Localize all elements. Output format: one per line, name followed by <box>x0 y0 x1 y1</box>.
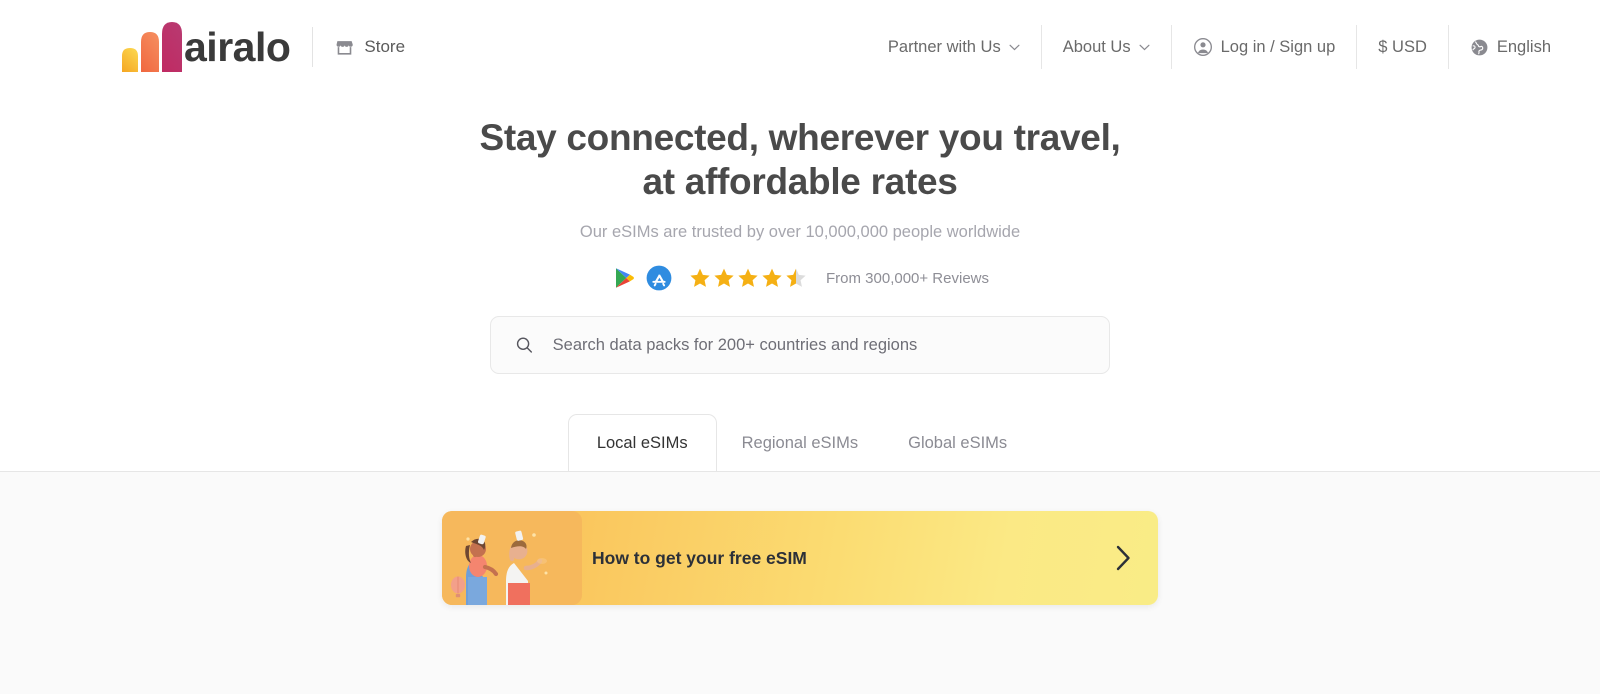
tab-label: Global eSIMs <box>908 433 1008 452</box>
nav-about-us[interactable]: About Us <box>1042 25 1171 69</box>
chevron-right-icon <box>1116 545 1130 571</box>
hero-section: Stay connected, wherever you travel, at … <box>0 94 1600 471</box>
header-divider <box>312 27 314 67</box>
app-store-icon[interactable] <box>646 265 672 291</box>
nav-language-selector[interactable]: English <box>1449 25 1572 69</box>
brand-name: airalo <box>184 23 291 70</box>
esim-type-tabs: Local eSIMs Regional eSIMs Global eSIMs <box>0 413 1600 471</box>
star-icon-3 <box>738 268 758 288</box>
promo-title: How to get your free eSIM <box>592 547 807 568</box>
nav-partner-with-us[interactable]: Partner with Us <box>867 25 1041 69</box>
page-root: airalo Store Partner with Us About Us Lo… <box>0 0 1600 694</box>
hero-subtitle: Our eSIMs are trusted by over 10,000,000… <box>579 223 1021 242</box>
site-header: airalo Store Partner with Us About Us Lo… <box>0 0 1600 94</box>
header-nav: Partner with Us About Us Log in / Sign u… <box>867 25 1572 69</box>
chevron-down-icon <box>1139 44 1150 50</box>
globe-icon <box>1471 39 1488 55</box>
chevron-down-icon <box>1009 44 1020 50</box>
free-esim-promo-banner[interactable]: How to get your free eSIM <box>442 511 1158 605</box>
tab-label: Regional eSIMs <box>741 433 859 452</box>
two-people-celebrating-illustration <box>442 511 582 605</box>
airalo-logo-icon <box>122 22 182 72</box>
star-icon-5-half <box>786 268 806 288</box>
nav-login-signup[interactable]: Log in / Sign up <box>1172 25 1357 69</box>
tab-regional-esims[interactable]: Regional eSIMs <box>717 414 883 471</box>
star-icon-4 <box>762 268 782 288</box>
search-bar[interactable] <box>490 316 1110 375</box>
reviews-count-label: From 300,000+ Reviews <box>826 269 989 287</box>
brand-group: airalo Store <box>120 22 405 72</box>
headline-line-1: Stay connected, wherever you travel, <box>479 117 1121 158</box>
airalo-logo-link[interactable]: airalo <box>120 22 291 72</box>
store-label: Store <box>364 37 406 56</box>
tab-global-esims[interactable]: Global eSIMs <box>883 414 1032 471</box>
star-rating <box>689 267 807 289</box>
page-title: Stay connected, wherever you travel, at … <box>479 116 1120 203</box>
star-icon-2 <box>714 268 734 288</box>
lower-section: How to get your free eSIM <box>0 472 1600 694</box>
nav-label: Log in / Sign up <box>1220 37 1336 56</box>
tab-label: Local eSIMs <box>596 433 688 452</box>
user-account-icon <box>1193 38 1212 56</box>
headline-line-2: at affordable rates <box>642 160 958 202</box>
nav-label: $ USD <box>1378 37 1427 56</box>
star-icon-1 <box>690 268 710 288</box>
google-play-icon[interactable] <box>611 265 637 291</box>
nav-currency-selector[interactable]: $ USD <box>1357 25 1448 69</box>
store-link[interactable]: Store <box>335 37 405 57</box>
storefront-icon <box>336 40 354 55</box>
nav-label: Partner with Us <box>887 37 1001 56</box>
search-input[interactable] <box>552 335 1085 355</box>
rating-row: From 300,000+ Reviews <box>611 265 989 291</box>
nav-label: English <box>1496 37 1551 56</box>
tab-local-esims[interactable]: Local eSIMs <box>567 414 717 471</box>
search-icon <box>516 337 533 354</box>
nav-label: About Us <box>1062 37 1131 56</box>
